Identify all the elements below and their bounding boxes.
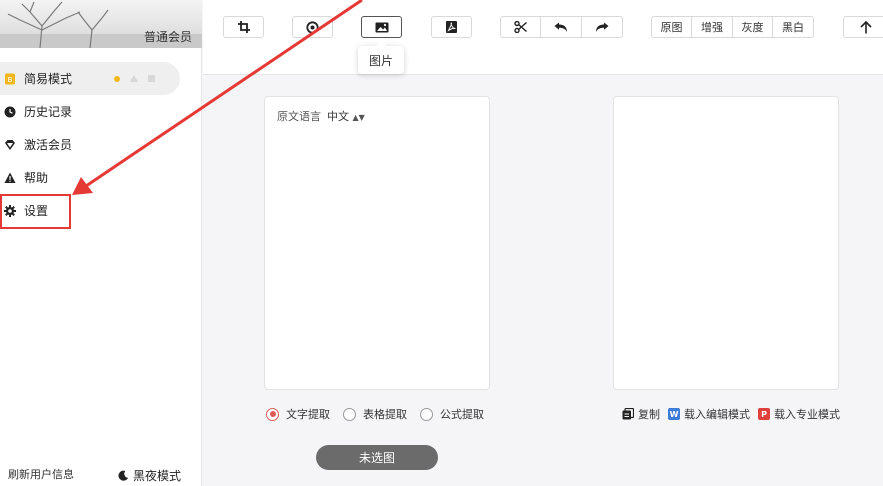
undo-button[interactable] <box>541 17 582 37</box>
redo-button[interactable] <box>582 17 622 37</box>
copy-label: 复制 <box>638 408 660 421</box>
image-button[interactable] <box>361 16 402 38</box>
diamond-icon <box>4 139 16 151</box>
submit-button[interactable]: 未选图 <box>316 445 438 470</box>
arrow-up-icon <box>860 20 872 33</box>
radio-selected-icon <box>266 407 279 421</box>
source-language-value: 中文 <box>327 110 349 123</box>
pdf-doc-icon: P <box>758 408 770 420</box>
member-banner: 普通会员 <box>0 0 202 48</box>
crop-button[interactable] <box>223 16 264 38</box>
radio-label: 文字提取 <box>286 408 330 421</box>
sidebar: 普通会员 B 简易模式 历史记录 激活会员 帮助 设置 刷新用户信息 黑夜模式 <box>0 0 202 486</box>
sidebar-item-label: 历史记录 <box>24 105 73 119</box>
triangle-icon <box>130 75 138 82</box>
scissors-button[interactable] <box>501 17 542 37</box>
load-pro-mode-button[interactable]: P 载入专业模式 <box>758 406 840 422</box>
filter-blackwhite-button[interactable]: 黑白 <box>773 17 813 37</box>
sidebar-item-simple-mode[interactable]: B 简易模式 <box>0 62 180 95</box>
edit-tools-group <box>500 16 623 38</box>
redo-icon <box>595 22 609 32</box>
night-mode-toggle[interactable]: 黑夜模式 <box>118 467 181 484</box>
warning-icon <box>4 172 16 184</box>
clock-icon <box>4 106 16 118</box>
copy-button[interactable]: 复制 <box>622 406 660 422</box>
filter-enhance-button[interactable]: 增强 <box>692 17 733 37</box>
radio-label: 公式提取 <box>440 408 484 421</box>
image-filter-group: 原图 增强 灰度 黑白 <box>651 16 814 38</box>
mode-text-extract-radio[interactable]: 文字提取 <box>266 406 330 422</box>
member-level: 普通会员 <box>143 30 192 44</box>
filter-original-button[interactable]: 原图 <box>652 17 692 37</box>
result-actions: 复制 W 载入编辑模式 P 载入专业模式 <box>622 406 848 422</box>
image-icon <box>375 22 388 32</box>
toolbar: 原图 增强 灰度 黑白 图片 <box>203 0 883 75</box>
select-updown-icon: ▲▼ <box>352 113 365 122</box>
filter-grayscale-button[interactable]: 灰度 <box>733 17 773 37</box>
mode-icon: B <box>4 73 16 85</box>
pdf-button[interactable] <box>431 16 472 38</box>
image-tooltip: 图片 <box>358 41 404 74</box>
load-pro-mode-label: 载入专业模式 <box>774 408 840 421</box>
sidebar-item-label: 激活会员 <box>24 138 73 152</box>
target-button[interactable] <box>292 16 333 38</box>
radio-unselected-icon <box>420 407 433 421</box>
source-language-select[interactable]: 中文 ▲▼ <box>327 108 365 124</box>
moon-icon <box>118 470 129 481</box>
result-panel <box>613 96 839 390</box>
source-language-label: 原文语言 <box>277 110 321 123</box>
sidebar-item-label: 简易模式 <box>24 72 73 86</box>
upload-button[interactable] <box>843 16 883 38</box>
copy-icon <box>622 408 634 420</box>
source-panel: 原文语言 中文 ▲▼ <box>264 96 490 390</box>
square-icon <box>148 75 155 82</box>
scissors-icon <box>514 21 528 33</box>
active-dot-icon <box>114 75 120 82</box>
sidebar-item-activate-member[interactable]: 激活会员 <box>0 128 202 161</box>
settings-highlight-box <box>0 194 71 229</box>
crop-icon <box>237 21 250 33</box>
extract-mode-options: 文字提取 表格提取 公式提取 <box>266 406 497 422</box>
mode-indicator <box>114 75 155 82</box>
mode-table-extract-radio[interactable]: 表格提取 <box>343 406 407 422</box>
radio-unselected-icon <box>343 407 356 421</box>
night-mode-label: 黑夜模式 <box>133 469 182 483</box>
pdf-icon <box>446 21 457 33</box>
load-edit-mode-label: 载入编辑模式 <box>684 408 750 421</box>
source-language-row: 原文语言 中文 ▲▼ <box>277 108 365 124</box>
svg-text:B: B <box>8 76 13 84</box>
word-doc-icon: W <box>668 408 680 420</box>
mode-formula-extract-radio[interactable]: 公式提取 <box>420 406 484 422</box>
undo-icon <box>554 22 568 32</box>
sidebar-item-history[interactable]: 历史记录 <box>0 95 202 128</box>
refresh-user-info-link[interactable]: 刷新用户信息 <box>8 466 74 482</box>
sidebar-item-help[interactable]: 帮助 <box>0 161 202 194</box>
radio-label: 表格提取 <box>363 408 407 421</box>
target-icon <box>306 20 319 34</box>
load-edit-mode-button[interactable]: W 载入编辑模式 <box>668 406 750 422</box>
sidebar-item-label: 帮助 <box>24 171 49 185</box>
